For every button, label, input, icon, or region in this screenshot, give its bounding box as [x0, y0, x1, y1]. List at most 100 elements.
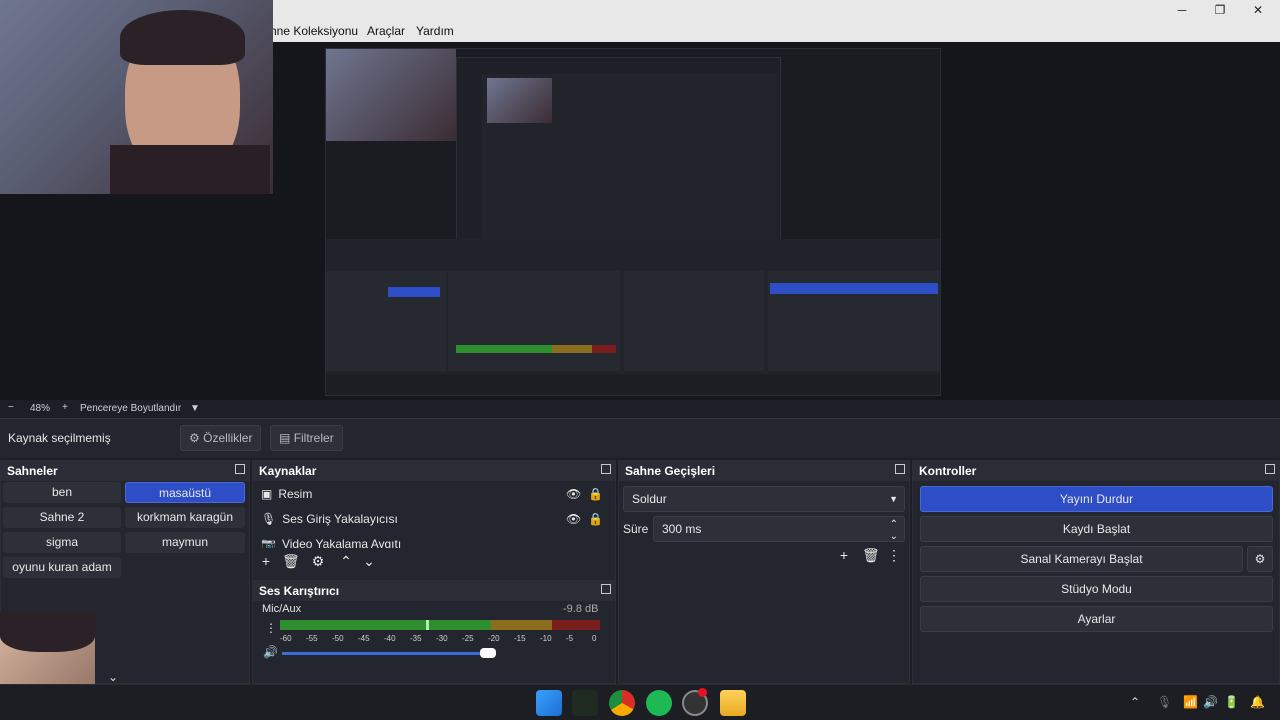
chrome-icon[interactable]	[609, 690, 635, 716]
notification-icon[interactable]: 🔔	[1250, 695, 1265, 709]
gear-icon[interactable]: ⚙	[1247, 546, 1273, 572]
move-down-button[interactable]: ⌄	[361, 553, 377, 570]
meter-tick-label: -15	[514, 634, 526, 643]
remove-source-button[interactable]: 🗑	[282, 553, 300, 570]
studio-mode-button[interactable]: Stüdyo Modu	[920, 576, 1273, 602]
eye-icon[interactable]: 👁	[566, 482, 581, 506]
add-source-button[interactable]: +	[258, 553, 274, 569]
scene-sigma[interactable]: sigma	[3, 532, 121, 553]
chevron-down-icon[interactable]: ▼	[190, 403, 200, 414]
undock-icon[interactable]	[1265, 464, 1275, 474]
gear-icon: ⚙	[189, 431, 200, 445]
chevron-down-icon[interactable]: ⌄	[108, 670, 118, 684]
chevron-up-icon[interactable]: ⌃	[1130, 695, 1140, 709]
controls-title: Kontroller	[913, 461, 1279, 481]
chevron-down-icon[interactable]: ⌄	[890, 525, 898, 549]
meter-tick-label: -10	[540, 634, 552, 643]
audio-meter	[280, 620, 600, 630]
meter-tick-label: -5	[566, 634, 574, 643]
undock-icon[interactable]	[601, 584, 611, 594]
no-source-label: Kaynak seçilmemiş	[8, 431, 111, 445]
meter-tick-label: -30	[436, 634, 448, 643]
battery-icon[interactable]: 🔋	[1224, 695, 1239, 709]
source-properties-button[interactable]: ⚙	[310, 553, 326, 570]
zoom-mode-label[interactable]: Pencereye Boyutlandır	[80, 403, 181, 414]
meter-tick-label: 0	[592, 634, 597, 643]
scene-masaustu[interactable]: masaüstü	[125, 482, 245, 503]
lock-icon[interactable]: 🔒	[588, 482, 603, 506]
webcam-overlay	[0, 0, 273, 194]
camera-icon: 📷	[261, 537, 276, 548]
filter-icon: ▤	[279, 431, 291, 445]
lock-icon[interactable]: 🔒	[588, 507, 603, 531]
nested-obs-ui	[326, 239, 940, 395]
preview-canvas[interactable]	[325, 48, 941, 396]
folder-icon[interactable]	[720, 690, 746, 716]
duration-label: Süre	[623, 522, 649, 536]
wifi-icon[interactable]: 📶	[1183, 695, 1198, 709]
virtual-camera-button[interactable]: Sanal Kamerayı Başlat	[920, 546, 1243, 572]
duration-spinbox[interactable]: 300 ms ⌃ ⌄	[653, 516, 905, 542]
mixer-dock: Ses Karıştırıcı	[252, 580, 616, 684]
kebab-menu-icon[interactable]: ⋮	[886, 547, 902, 564]
scene-maymun[interactable]: maymun	[125, 532, 245, 553]
windows-start-icon[interactable]	[536, 690, 562, 716]
mixer-title: Ses Karıştırıcı	[253, 581, 615, 601]
settings-button[interactable]: Ayarlar	[920, 606, 1273, 632]
start-record-button[interactable]: Kaydı Başlat	[920, 516, 1273, 542]
minimize-button[interactable]: ─	[1162, 0, 1202, 20]
remove-transition-button[interactable]: 🗑	[862, 547, 880, 564]
meter-tick-label: -40	[384, 634, 396, 643]
nested-window	[456, 57, 781, 242]
app-icon[interactable]	[572, 690, 598, 716]
add-transition-button[interactable]: +	[836, 547, 852, 563]
zoom-out-button[interactable]: −	[8, 402, 14, 413]
speaker-icon[interactable]: 🔊	[263, 645, 278, 659]
volume-slider[interactable]	[282, 648, 496, 658]
meter-tick-label: -45	[358, 634, 370, 643]
meter-tick-label: -35	[410, 634, 422, 643]
mixer-level-readout: -9.8 dB	[563, 603, 599, 615]
scene-oyunu-kuran-adam[interactable]: oyunu kuran adam	[3, 557, 121, 578]
source-item[interactable]: 🎙 Ses Giriş Yakalayıcısı 👁 🔒	[261, 507, 603, 531]
move-up-button[interactable]: ⌃	[338, 553, 354, 570]
undock-icon[interactable]	[601, 464, 611, 474]
scene-korkmam-karagun[interactable]: korkmam karagün	[125, 507, 245, 528]
zoom-in-button[interactable]: +	[62, 402, 68, 413]
menu-scene-collection[interactable]: hne Koleksiyonu	[270, 24, 358, 38]
sources-list: ▣ Resim 👁 🔒 🎙 Ses Giriş Yakalayıcısı 👁 🔒 📷…	[253, 482, 611, 548]
meter-tick-label: -25	[462, 634, 474, 643]
maximize-button[interactable]: ❐	[1200, 0, 1240, 20]
scene-ben[interactable]: ben	[3, 482, 121, 503]
zoom-bar: − 48% + Pencereye Boyutlandır ▼	[0, 400, 1280, 418]
menu-help[interactable]: Yardım	[416, 24, 454, 38]
recording-indicator	[698, 688, 707, 697]
close-button[interactable]: ✕	[1238, 0, 1278, 20]
volume-icon[interactable]: 🔊	[1203, 695, 1218, 709]
eye-icon[interactable]: 👁	[566, 507, 581, 531]
sources-title: Kaynaklar	[253, 461, 615, 481]
taskbar: ⌃ 🎙 📶 🔊 🔋 🔔	[0, 684, 1280, 720]
meter-tick-label: -20	[488, 634, 500, 643]
zoom-value: 48%	[30, 403, 51, 414]
scene-sahne-2[interactable]: Sahne 2	[3, 507, 121, 528]
transition-select[interactable]: Soldur ▼	[623, 486, 905, 512]
filters-button[interactable]: ▤ Filtreler	[270, 425, 343, 451]
image-icon: ▣	[261, 487, 273, 501]
kebab-menu-icon[interactable]: ⋮	[265, 621, 277, 635]
volume-handle[interactable]	[480, 648, 496, 658]
meter-tick-label: -50	[332, 634, 344, 643]
source-item[interactable]: 📷 Video Yakalama Aygıtı	[261, 532, 591, 548]
undock-icon[interactable]	[895, 464, 905, 474]
nested-webcam	[326, 49, 456, 141]
properties-button[interactable]: ⚙ Özellikler	[180, 425, 262, 451]
spotify-icon[interactable]	[646, 690, 672, 716]
obs-icon[interactable]	[682, 688, 708, 716]
meter-tick-label: -55	[306, 634, 318, 643]
microphone-icon[interactable]: 🎙	[1157, 695, 1172, 709]
chevron-down-icon: ▼	[889, 494, 898, 504]
undock-icon[interactable]	[235, 464, 245, 474]
stop-stream-button[interactable]: Yayını Durdur	[920, 486, 1273, 512]
menu-tools[interactable]: Araçlar	[367, 24, 405, 38]
source-item[interactable]: ▣ Resim 👁 🔒	[261, 482, 603, 506]
